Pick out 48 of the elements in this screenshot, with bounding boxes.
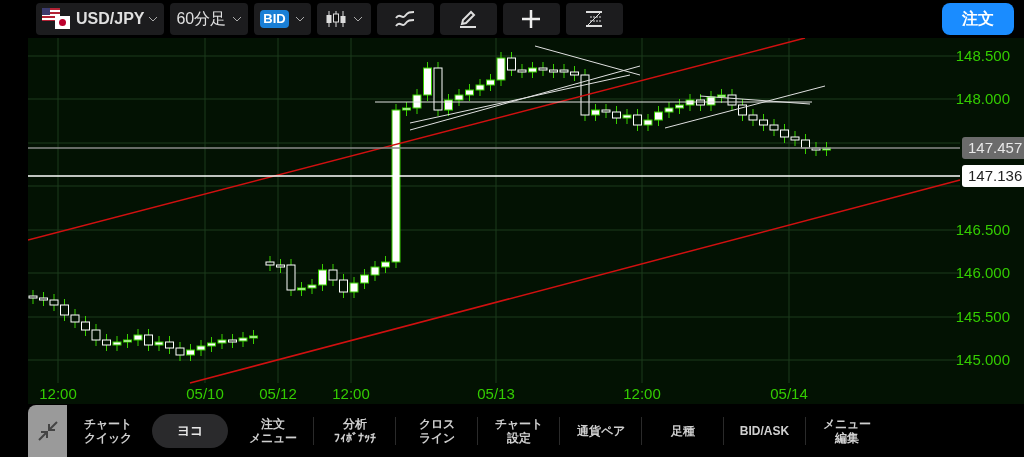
horizontal-lines-icon: [584, 10, 605, 28]
line-price-tag: 147.136: [962, 165, 1024, 187]
chevron-down-icon: [294, 16, 305, 22]
draw-button[interactable]: [439, 3, 497, 35]
time-axis-label: 05/12: [259, 385, 297, 403]
shrink-arrows-icon: [36, 420, 59, 442]
crosshair-icon: [521, 9, 542, 29]
symbol-selector[interactable]: USD/JPY: [36, 3, 165, 35]
menu-item[interactable]: チャート クイック: [67, 411, 148, 451]
pencil-icon: [458, 9, 479, 29]
menu-item[interactable]: 足種: [642, 411, 723, 451]
menu-item[interactable]: ヨコ: [152, 414, 228, 448]
price-axis-label: 146.000: [955, 264, 1010, 282]
lines-button[interactable]: [565, 3, 623, 35]
timeframe-selector[interactable]: 60分足: [170, 3, 249, 35]
price-axis-label: 148.000: [955, 90, 1010, 108]
price-axis-label: 145.500: [955, 308, 1010, 326]
menu-item[interactable]: 分析 ﾌｨﾎﾞﾅｯﾁ: [314, 411, 395, 451]
time-axis-label: 12:00: [332, 385, 370, 403]
candlestick-icon: [324, 10, 347, 28]
wave-lines-icon: [394, 10, 417, 28]
time-axis-label: 05/14: [770, 385, 808, 403]
time-axis-label: 05/10: [186, 385, 224, 403]
time-axis-label: 05/13: [477, 385, 515, 403]
chevron-down-icon: [232, 16, 243, 22]
menu-item[interactable]: メニュー 編集: [806, 411, 887, 451]
time-axis-label: 12:00: [39, 385, 77, 403]
symbol-label: USD/JPY: [76, 9, 145, 29]
current-price-tag: 147.457: [962, 137, 1024, 159]
menu-item[interactable]: BID/ASK: [724, 411, 805, 451]
menu-item[interactable]: 注文 メニュー: [232, 411, 313, 451]
price-axis-label: 148.500: [955, 47, 1010, 65]
menu-item[interactable]: 通貨ペア: [560, 411, 641, 451]
price-type-badge: BID: [260, 10, 289, 28]
timeframe-label: 60分足: [176, 9, 227, 29]
indicator-button[interactable]: [376, 3, 434, 35]
price-type-selector[interactable]: BID: [254, 3, 311, 35]
price-axis-label: 145.000: [955, 351, 1010, 369]
price-axis-label: 146.500: [955, 221, 1010, 239]
chart-type-selector[interactable]: [316, 3, 371, 35]
flag-icon: [42, 8, 72, 30]
crosshair-button[interactable]: [502, 3, 560, 35]
menu-item[interactable]: チャート 設定: [478, 411, 559, 451]
time-axis-label: 12:00: [623, 385, 661, 403]
collapse-button[interactable]: [28, 405, 67, 457]
chevron-down-icon: [148, 16, 159, 22]
chevron-down-icon: [352, 16, 363, 22]
menu-item[interactable]: クロス ライン: [396, 411, 477, 451]
